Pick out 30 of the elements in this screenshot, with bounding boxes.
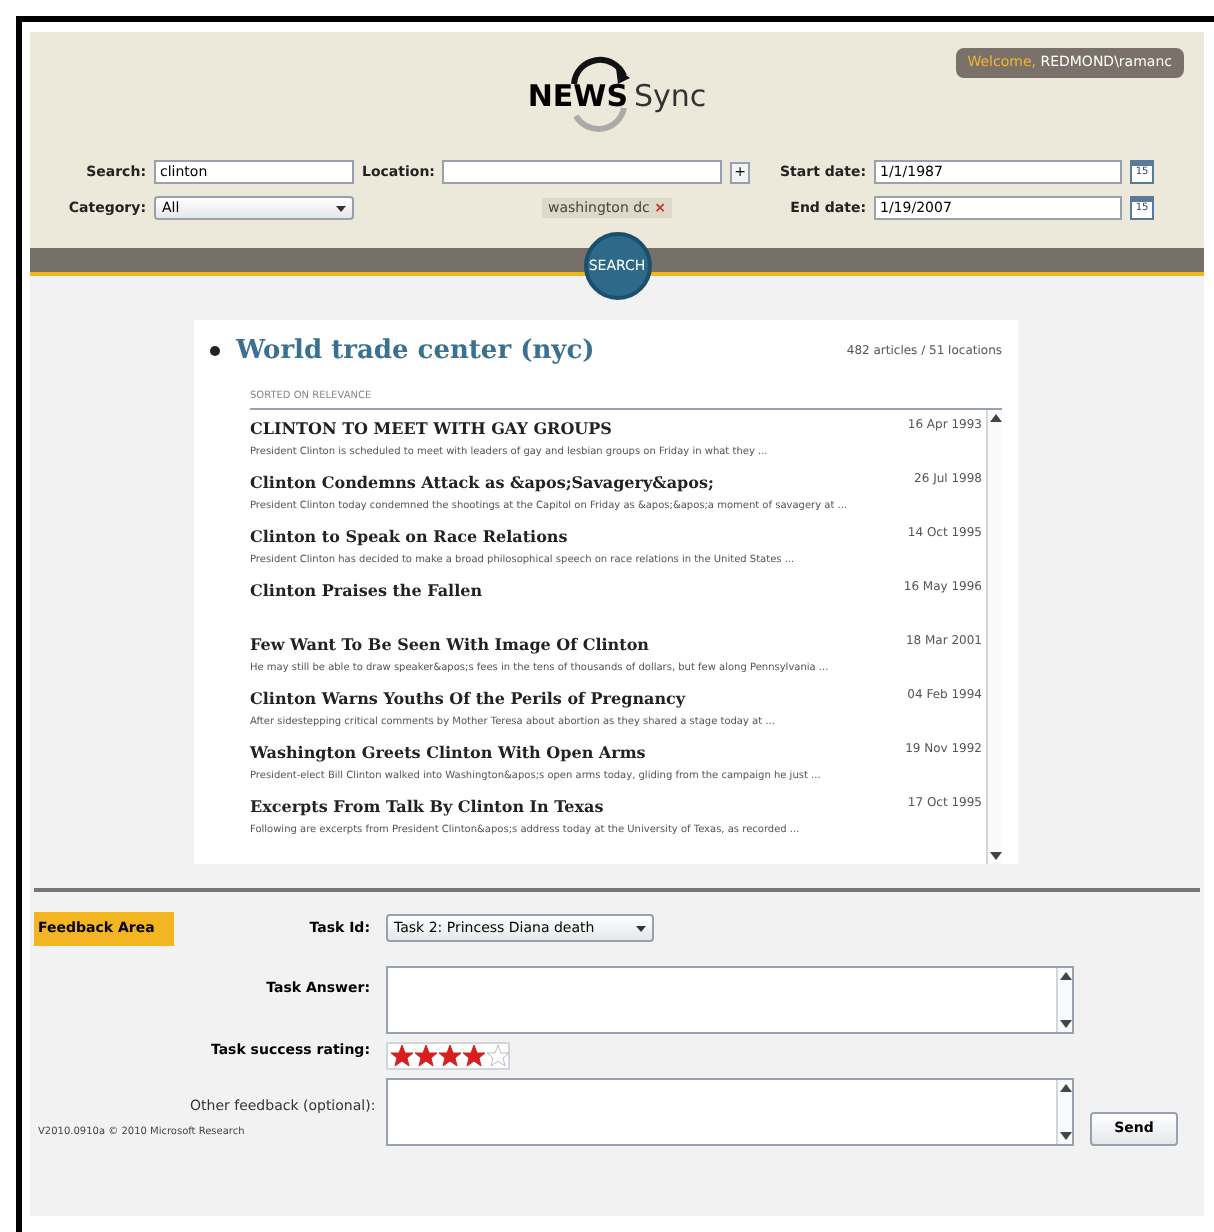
scroll-up-icon[interactable] [1059, 971, 1071, 979]
article-title[interactable]: Washington Greets Clinton With Open Arms [250, 740, 646, 764]
article-title[interactable]: Excerpts From Talk By Clinton In Texas [250, 794, 604, 818]
task-answer-field[interactable] [386, 965, 1074, 1033]
other-feedback-field[interactable] [386, 1077, 1074, 1145]
article-title[interactable]: CLINTON TO MEET WITH GAY GROUPS [250, 416, 612, 440]
news-sync-logo: NEWS Sync [523, 56, 711, 136]
bullet-icon [210, 346, 220, 357]
article-title[interactable]: Clinton Praises the Fallen [250, 578, 483, 602]
scroll-down-icon[interactable] [989, 852, 1001, 860]
filled-star-icon[interactable] [414, 1043, 438, 1067]
scrollbar[interactable] [986, 410, 1002, 864]
scrollbar[interactable] [1056, 967, 1072, 1031]
story-title[interactable]: World trade center (nyc) [236, 332, 595, 371]
scroll-up-icon[interactable] [989, 414, 1001, 422]
scrollbar[interactable] [1056, 1079, 1072, 1143]
article-title[interactable]: Clinton to Speak on Race Relations [250, 524, 568, 548]
scroll-down-icon[interactable] [1059, 1019, 1071, 1027]
location-field[interactable] [442, 160, 722, 184]
article-title[interactable]: Clinton Warns Youths Of the Perils of Pregnancy [250, 686, 686, 710]
scroll-up-icon[interactable] [1059, 1083, 1071, 1091]
filled-star-icon[interactable] [438, 1043, 462, 1067]
article-title[interactable]: Clinton Condemns Attack as &apos;Savagery&apos; [250, 470, 714, 494]
caret-icon [336, 205, 346, 211]
star-rating[interactable] [390, 1043, 510, 1067]
caret-icon [636, 925, 646, 932]
filled-star-icon[interactable] [462, 1043, 486, 1067]
scroll-down-icon[interactable] [1059, 1131, 1071, 1139]
article-title[interactable]: Few Want To Be Seen With Image Of Clinton [250, 632, 649, 656]
filled-star-icon[interactable] [390, 1043, 414, 1067]
